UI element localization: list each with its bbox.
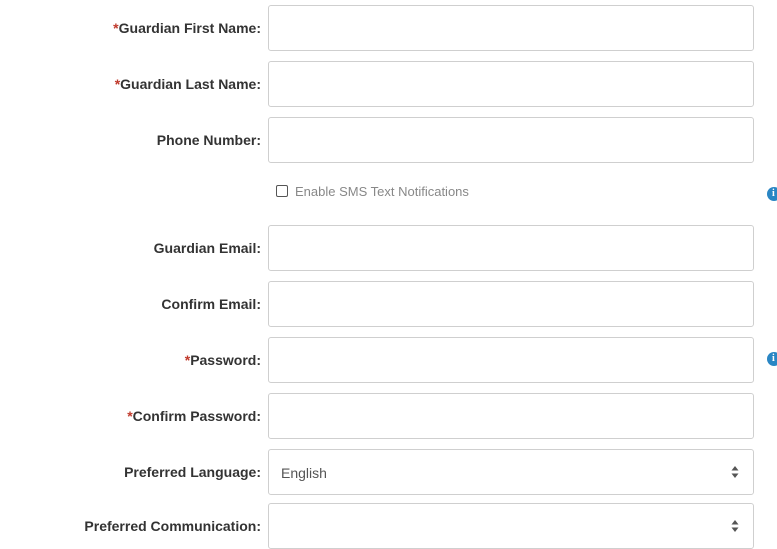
phone-number-input[interactable] bbox=[268, 117, 754, 163]
sort-arrows-icon bbox=[731, 466, 739, 478]
guardian-first-name-label: *Guardian First Name: bbox=[113, 18, 261, 38]
password-label: *Password: bbox=[185, 350, 261, 370]
password-info-icon[interactable] bbox=[767, 352, 777, 366]
preferred-language-label-text: Preferred Language: bbox=[124, 464, 261, 480]
phone-number-label-text: Phone Number: bbox=[156, 132, 261, 148]
sort-arrows-icon bbox=[731, 520, 739, 532]
preferred-communication-select[interactable] bbox=[268, 503, 754, 549]
preferred-communication-label-text: Preferred Communication: bbox=[84, 518, 261, 534]
confirm-email-label-text: Confirm Email: bbox=[161, 296, 261, 312]
guardian-last-name-label-text: Guardian Last Name: bbox=[120, 76, 261, 92]
preferred-language-label: Preferred Language: bbox=[124, 462, 261, 482]
confirm-email-input[interactable] bbox=[268, 281, 754, 327]
guardian-last-name-label: *Guardian Last Name: bbox=[115, 74, 261, 94]
sms-notifications-label[interactable]: Enable SMS Text Notifications bbox=[295, 183, 469, 201]
guardian-email-input[interactable] bbox=[268, 225, 754, 271]
guardian-first-name-input[interactable] bbox=[268, 5, 754, 51]
password-label-text: Password: bbox=[190, 352, 261, 368]
confirm-email-label: Confirm Email: bbox=[161, 294, 261, 314]
sms-notifications-checkbox[interactable] bbox=[276, 185, 288, 197]
confirm-password-label: *Confirm Password: bbox=[127, 406, 261, 426]
password-input[interactable] bbox=[268, 337, 754, 383]
guardian-last-name-input[interactable] bbox=[268, 61, 754, 107]
sms-info-icon[interactable] bbox=[767, 187, 777, 201]
confirm-password-label-text: Confirm Password: bbox=[132, 408, 261, 424]
preferred-language-select[interactable]: English bbox=[268, 449, 754, 495]
guardian-email-label-text: Guardian Email: bbox=[153, 240, 261, 256]
preferred-communication-label: Preferred Communication: bbox=[84, 516, 261, 536]
guardian-email-label: Guardian Email: bbox=[154, 238, 261, 258]
phone-number-label: Phone Number: bbox=[157, 130, 261, 150]
guardian-first-name-label-text: Guardian First Name: bbox=[118, 20, 261, 36]
preferred-language-value: English bbox=[281, 465, 327, 481]
confirm-password-input[interactable] bbox=[268, 393, 754, 439]
